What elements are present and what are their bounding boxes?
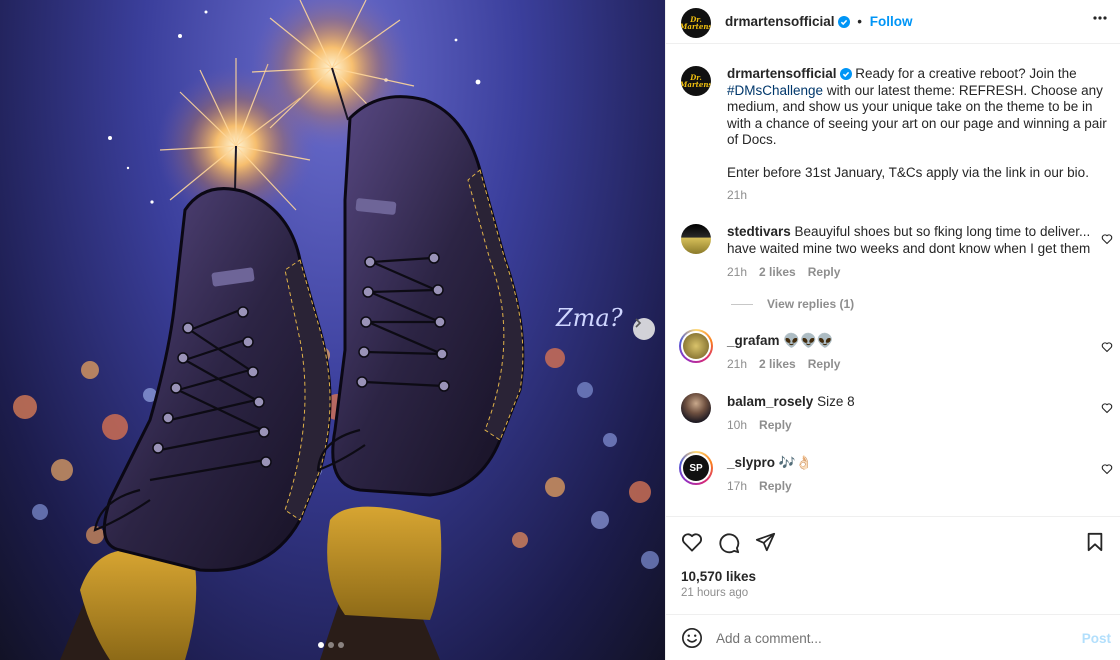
comment: balam_rosely Size 8: [727, 394, 855, 411]
avatar[interactable]: [681, 393, 711, 423]
author-username[interactable]: drmartensofficial: [725, 14, 835, 29]
comment-time: 10h: [727, 418, 748, 432]
comment-username[interactable]: _slypro: [727, 455, 775, 470]
comment-likes[interactable]: 2 likes: [759, 265, 796, 279]
left-boot: [60, 187, 332, 660]
post-side-panel: Dr. Martens drmartensofficial • Follow D…: [665, 0, 1120, 660]
post-actions: [666, 518, 1120, 566]
reply-button[interactable]: Reply: [759, 479, 792, 493]
comment-meta: 21h 2 likes Reply: [727, 357, 840, 371]
comment-meta: 17h Reply: [727, 479, 792, 493]
brand-logo: Dr. Martens: [681, 73, 711, 89]
comment-text: 👽👽👽: [779, 333, 834, 348]
avatar[interactable]: [679, 329, 713, 363]
artist-signature: Zma?: [555, 304, 623, 332]
add-comment-bar: Post: [666, 614, 1120, 660]
bookmark-icon[interactable]: [1086, 532, 1104, 552]
hashtag-link[interactable]: #DMsChallenge: [727, 83, 823, 98]
emoji-icon[interactable]: [681, 627, 703, 649]
comment-meta: 21h 2 likes Reply: [727, 265, 840, 279]
like-comment-heart-icon[interactable]: [1101, 463, 1113, 475]
comment-input[interactable]: [716, 628, 1056, 648]
like-comment-heart-icon[interactable]: [1101, 341, 1113, 353]
brand-logo: Dr. Martens: [681, 15, 711, 31]
comment: stedtivars Beauyiful shoes but so fking …: [727, 224, 1097, 257]
comment: _slypro 🎶👌🏻: [727, 455, 812, 472]
comment: _grafam 👽👽👽: [727, 333, 834, 350]
comment-time: 17h: [727, 479, 748, 493]
caption-time: 21h: [727, 188, 748, 202]
separator-dot: •: [857, 14, 863, 29]
view-replies-label: View replies (1): [767, 297, 855, 311]
heart-icon[interactable]: [681, 532, 703, 552]
verified-badge-icon: [837, 16, 850, 28]
post-caption: drmartensofficial Ready for a creative r…: [727, 66, 1107, 182]
carousel-dot: [318, 642, 324, 648]
caption-meta: 21h: [727, 188, 747, 202]
post-comment-button[interactable]: Post: [1082, 631, 1111, 646]
comment-text: Size 8: [813, 394, 855, 409]
carousel-indicator: [318, 642, 344, 648]
more-options-icon[interactable]: [1093, 16, 1107, 20]
comment-time: 21h: [727, 265, 748, 279]
follow-button[interactable]: Follow: [870, 14, 913, 29]
caption-paragraph: Enter before 31st January, T&Cs apply vi…: [727, 164, 1089, 180]
comment-username[interactable]: balam_rosely: [727, 394, 813, 409]
avatar[interactable]: Dr. Martens: [681, 66, 711, 96]
caption-username[interactable]: drmartensofficial: [727, 66, 837, 81]
comments-list[interactable]: Dr. Martens drmartensofficial Ready for …: [666, 44, 1120, 517]
carousel-dot: [338, 642, 344, 648]
post-header: Dr. Martens drmartensofficial • Follow: [666, 0, 1120, 44]
chevron-right-icon: [635, 318, 642, 328]
comment-likes[interactable]: 2 likes: [759, 357, 796, 371]
like-comment-heart-icon[interactable]: [1101, 233, 1113, 245]
divider: [731, 303, 753, 305]
post-time-ago: 21 hours ago: [681, 587, 749, 599]
boots-illustration: Zma?: [13, 0, 659, 660]
avatar[interactable]: SP: [679, 451, 713, 485]
like-comment-heart-icon[interactable]: [1101, 402, 1113, 414]
caption-text: Ready for a creative reboot? Join the: [851, 66, 1077, 81]
likes-count[interactable]: 10,570 likes: [681, 569, 756, 584]
avatar[interactable]: [681, 224, 711, 254]
paper-plane-icon[interactable]: [755, 532, 776, 552]
comment-username[interactable]: stedtivars: [727, 224, 791, 239]
post-media-image[interactable]: Zma?: [0, 0, 665, 660]
reply-button[interactable]: Reply: [808, 265, 841, 279]
carousel-dot: [328, 642, 334, 648]
comment-time: 21h: [727, 357, 748, 371]
instagram-post-modal: Zma? Dr. Martens drmartensofficial • Fol…: [0, 0, 1120, 660]
verified-badge-icon: [839, 68, 852, 80]
comment-text: 🎶👌🏻: [775, 455, 813, 470]
comment-username[interactable]: _grafam: [727, 333, 780, 348]
right-boot: [316, 95, 525, 660]
carousel-next-button[interactable]: [633, 318, 655, 340]
reply-button[interactable]: Reply: [759, 418, 792, 432]
avatar[interactable]: Dr. Martens: [681, 8, 711, 38]
reply-button[interactable]: Reply: [808, 357, 841, 371]
comment-meta: 10h Reply: [727, 418, 792, 432]
view-replies-button[interactable]: View replies (1): [731, 297, 854, 311]
comment-icon[interactable]: [718, 532, 740, 554]
